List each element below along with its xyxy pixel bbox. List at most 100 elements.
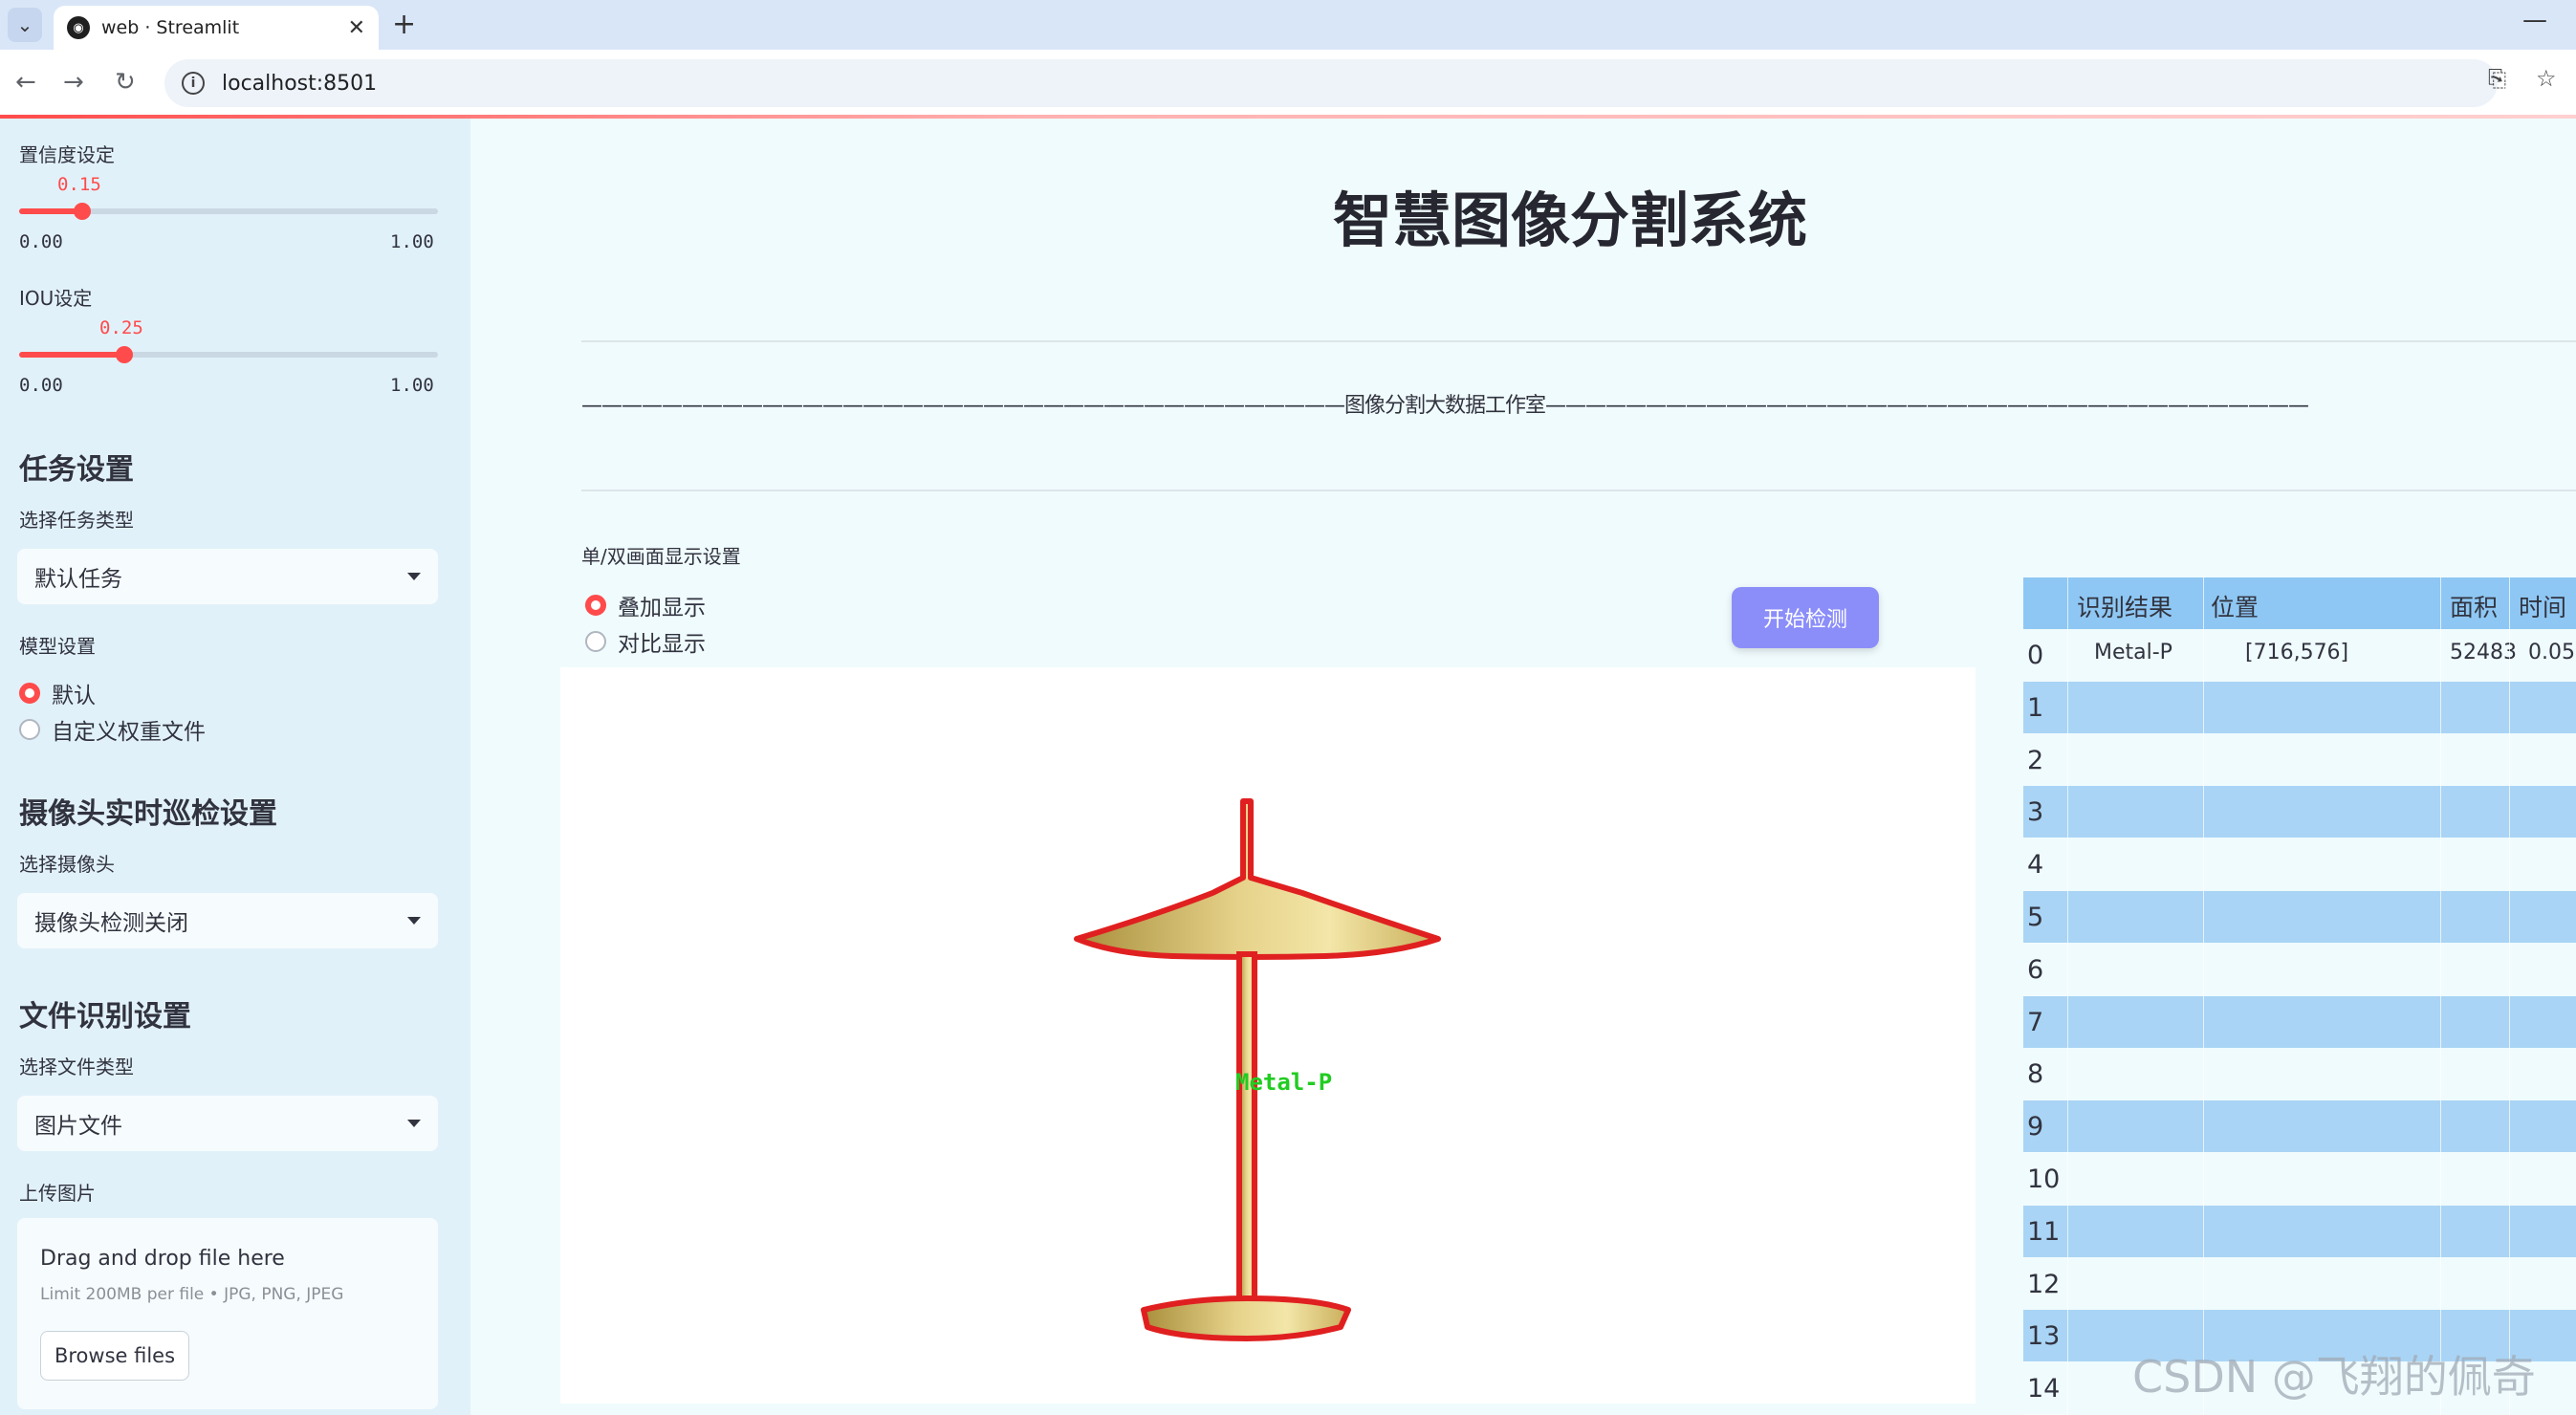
- row-index: 0: [2027, 641, 2044, 670]
- table-row[interactable]: 2: [2023, 733, 2576, 786]
- streamlit-favicon-icon: ◉: [67, 16, 90, 39]
- cell-area: 52483: [2450, 641, 2517, 664]
- table-row[interactable]: 3: [2023, 786, 2576, 838]
- display-mode-label: 单/双画面显示设置: [581, 545, 741, 568]
- row-index: 11: [2027, 1216, 2061, 1247]
- header-result[interactable]: 识别结果: [2077, 589, 2172, 623]
- page-title: 智慧图像分割系统: [1333, 185, 1808, 255]
- divider: [581, 340, 2576, 342]
- file-section-title: 文件识别设置: [19, 1000, 191, 1034]
- task-type-select[interactable]: 默认任务: [17, 549, 438, 604]
- table-header: 识别结果 位置 面积 时间: [2023, 577, 2576, 629]
- header-area[interactable]: 面积: [2450, 589, 2498, 623]
- url-text: localhost:8501: [222, 71, 378, 96]
- file-type-select[interactable]: 图片文件: [17, 1096, 438, 1151]
- model-radio-default[interactable]: 默认: [19, 677, 96, 709]
- confidence-max: 1.00: [390, 231, 434, 252]
- row-index: 4: [2027, 850, 2044, 881]
- lamp-shade: [1074, 798, 1441, 960]
- row-index: 1: [2027, 692, 2044, 723]
- drag-drop-text: Drag and drop file here: [40, 1247, 285, 1271]
- row-index: 2: [2027, 745, 2044, 775]
- confidence-label: 置信度设定: [19, 143, 115, 166]
- forward-icon[interactable]: →: [63, 65, 84, 99]
- header-time[interactable]: 时间: [2519, 589, 2566, 623]
- display-radio-overlay[interactable]: 叠加显示: [585, 589, 706, 621]
- divider: [581, 490, 2576, 491]
- row-index: 10: [2027, 1165, 2061, 1194]
- radio-checked-icon: [585, 595, 606, 616]
- iou-slider-fill: [19, 352, 124, 358]
- csdn-watermark: CSDN @飞翔的佩奇: [2132, 1351, 2536, 1403]
- radio-checked-icon: [19, 683, 40, 704]
- header-position[interactable]: 位置: [2211, 589, 2259, 623]
- upload-limit-text: Limit 200MB per file • JPG, PNG, JPEG: [40, 1285, 344, 1304]
- confidence-slider-thumb[interactable]: [73, 203, 91, 220]
- browser-toolbar: ← → ↻ i localhost:8501 ⎘ ☆: [0, 50, 2576, 117]
- browser-tab[interactable]: ◉ web · Streamlit ✕: [54, 6, 379, 50]
- column-divider: [2509, 577, 2510, 1415]
- model-radio-custom[interactable]: 自定义权重文件: [19, 713, 206, 746]
- studio-banner: ——————————————————————————————————————图像…: [581, 394, 2309, 418]
- lamp-base: [1141, 1295, 1351, 1341]
- upload-label: 上传图片: [19, 1182, 96, 1205]
- column-divider: [2067, 577, 2068, 1415]
- minimize-icon[interactable]: —: [2522, 6, 2547, 34]
- detection-label: Metal-P: [1235, 1069, 1332, 1096]
- table-row[interactable]: 11: [2023, 1205, 2576, 1257]
- table-row[interactable]: 5: [2023, 891, 2576, 943]
- file-uploader-dropzone[interactable]: Drag and drop file here Limit 200MB per …: [17, 1218, 438, 1409]
- model-option-label: 自定义权重文件: [52, 720, 206, 745]
- row-index: 7: [2027, 1007, 2044, 1037]
- table-row[interactable]: 4: [2023, 838, 2576, 891]
- display-radio-compare[interactable]: 对比显示: [585, 625, 706, 658]
- back-icon[interactable]: ←: [15, 65, 36, 99]
- radio-unchecked-icon: [19, 719, 40, 740]
- table-row[interactable]: 10: [2023, 1153, 2576, 1205]
- tab-search-icon[interactable]: ⌄: [8, 8, 42, 42]
- start-detection-button[interactable]: 开始检测: [1732, 587, 1879, 648]
- file-type-label: 选择文件类型: [19, 1056, 134, 1078]
- table-row[interactable]: 1: [2023, 681, 2576, 733]
- browser-tabbar: ⌄ ◉ web · Streamlit ✕ + —: [0, 0, 2576, 50]
- iou-slider[interactable]: [19, 346, 438, 363]
- table-row[interactable]: 7: [2023, 995, 2576, 1048]
- iou-value: 0.25: [99, 317, 143, 338]
- table-row[interactable]: 8: [2023, 1048, 2576, 1100]
- file-type-value: 图片文件: [34, 1114, 122, 1139]
- bookmark-star-icon[interactable]: ☆: [2536, 65, 2557, 92]
- confidence-slider-fill: [19, 208, 82, 214]
- browse-files-button[interactable]: Browse files: [40, 1331, 189, 1381]
- camera-value: 摄像头检测关闭: [34, 911, 188, 936]
- column-divider: [2203, 577, 2204, 1415]
- display-option-label: 叠加显示: [618, 596, 706, 620]
- camera-select[interactable]: 摄像头检测关闭: [17, 893, 438, 948]
- reload-icon[interactable]: ↻: [115, 65, 136, 99]
- address-bar[interactable]: i localhost:8501: [164, 59, 2498, 107]
- tab-title: web · Streamlit: [101, 17, 240, 38]
- table-row[interactable]: 9: [2023, 1100, 2576, 1153]
- table-row[interactable]: 12: [2023, 1257, 2576, 1310]
- translate-icon[interactable]: ⎘: [2488, 65, 2506, 92]
- iou-slider-thumb[interactable]: [115, 346, 133, 363]
- tab-close-icon[interactable]: ✕: [348, 16, 365, 40]
- table-row[interactable]: 0 Metal-P [716,576] 52483 0.05: [2023, 629, 2576, 681]
- detection-image: Metal-P: [560, 667, 1976, 1404]
- results-table[interactable]: 0 Metal-P [716,576] 52483 0.05 1 2 3 4 5 6 7 8 9 10 11 1…: [2023, 577, 2576, 1415]
- camera-section-title: 摄像头实时巡检设置: [19, 797, 277, 831]
- column-divider: [2440, 577, 2441, 1415]
- confidence-slider[interactable]: [19, 203, 438, 220]
- model-option-label: 默认: [52, 684, 96, 708]
- chevron-down-icon: [407, 917, 421, 925]
- new-tab-icon[interactable]: +: [392, 8, 416, 42]
- confidence-min: 0.00: [19, 231, 63, 252]
- cell-result: Metal-P: [2094, 641, 2172, 664]
- iou-max: 1.00: [390, 375, 434, 396]
- model-label: 模型设置: [19, 635, 96, 658]
- row-index: 12: [2027, 1269, 2061, 1299]
- radio-unchecked-icon: [585, 631, 606, 652]
- site-info-icon[interactable]: i: [182, 72, 205, 95]
- camera-label: 选择摄像头: [19, 853, 115, 876]
- table-row[interactable]: 6: [2023, 943, 2576, 995]
- row-index: 9: [2027, 1112, 2044, 1143]
